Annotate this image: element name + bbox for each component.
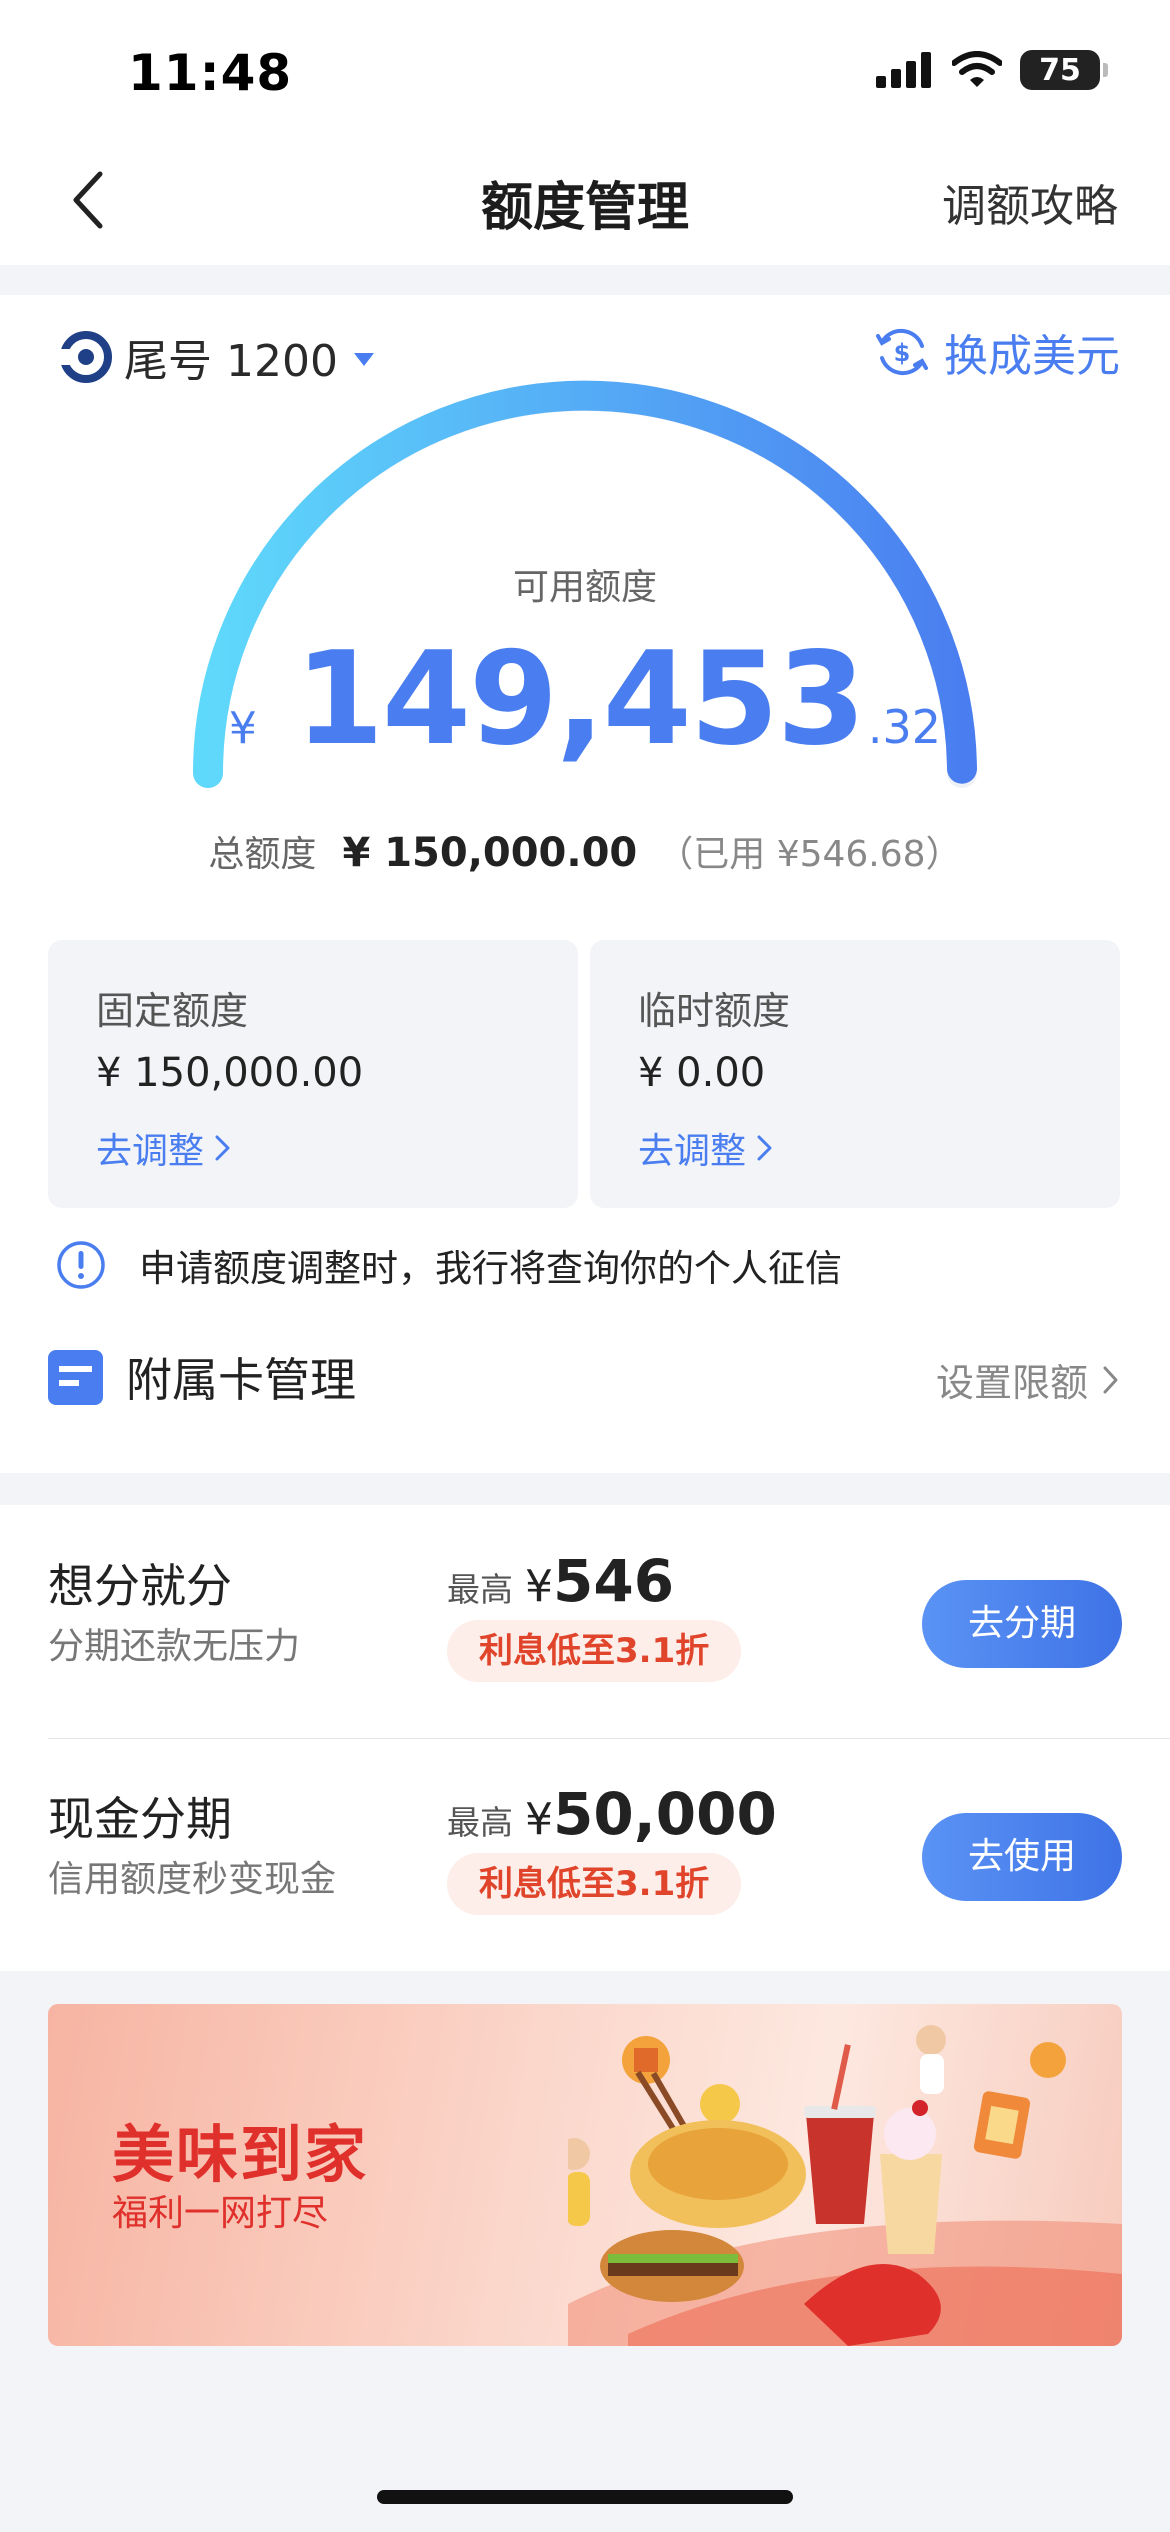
- credit-check-notice: 申请额度调整时，我行将查询你的个人征信: [55, 1238, 842, 1292]
- set-limit-label: 设置限额: [935, 1361, 1088, 1405]
- max-value: 546: [553, 1547, 675, 1615]
- status-icons: 75: [876, 50, 1108, 90]
- max-value: 50,000: [553, 1780, 777, 1848]
- adjust-temporary-limit-label: 去调整: [638, 1131, 747, 1172]
- svg-text:$: $: [894, 339, 911, 367]
- total-limit-value: ¥ 150,000.00: [342, 830, 638, 876]
- available-limit-amount: ¥ 149,453 .32: [0, 625, 1170, 774]
- available-integer: 149,453: [294, 625, 866, 774]
- interest-tag: 利息低至3.1折: [447, 1853, 742, 1915]
- fixed-limit-title: 固定额度: [96, 989, 249, 1033]
- used-amount: （已用 ¥546.68）: [657, 834, 962, 875]
- adjust-guide-link[interactable]: 调额攻略: [942, 170, 1118, 234]
- cash-installment-subtitle: 信用额度秒变现金: [48, 1859, 337, 1900]
- bank-logo-icon: [60, 331, 112, 383]
- chevron-right-icon: [1103, 1366, 1118, 1393]
- max-currency-symbol: ¥: [525, 1561, 553, 1612]
- temporary-limit-title: 临时额度: [638, 989, 791, 1033]
- adjust-fixed-limit-link[interactable]: 去调整: [96, 1122, 232, 1174]
- max-label: 最高: [447, 1570, 513, 1609]
- temporary-limit-value: ¥ 0.00: [638, 1050, 766, 1096]
- installment-row: 想分就分 分期还款无压力 最高 ¥ 546 利息低至3.1折 去分期: [0, 1505, 1170, 1739]
- currency-exchange-icon: $: [876, 328, 928, 376]
- interest-tag: 利息低至3.1折: [447, 1620, 742, 1682]
- wifi-icon: [952, 51, 1002, 87]
- go-installment-button[interactable]: 去分期: [922, 1580, 1122, 1668]
- available-limit-label: 可用额度: [512, 567, 657, 608]
- food-delivery-banner[interactable]: 美味到家 福利一网打尽: [48, 2004, 1122, 2346]
- fixed-limit-value: ¥ 150,000.00: [96, 1050, 364, 1096]
- battery-indicator: 75: [1020, 50, 1108, 90]
- notice-text: 申请额度调整时，我行将查询你的个人征信: [139, 1247, 842, 1290]
- home-indicator: [377, 2490, 793, 2504]
- set-limit-link[interactable]: 设置限额: [936, 1352, 1120, 1407]
- banner-title: 美味到家: [112, 2118, 369, 2191]
- banner-subtitle: 福利一网打尽: [112, 2193, 329, 2234]
- status-time: 11:48: [128, 44, 293, 102]
- available-decimal: .32: [867, 700, 942, 754]
- cash-installment-title: 现金分期: [48, 1792, 232, 1846]
- info-icon: [57, 1241, 105, 1289]
- installment-max: 最高 ¥ 546: [447, 1547, 674, 1615]
- caret-down-icon: [353, 352, 374, 366]
- max-currency-symbol: ¥: [525, 1794, 553, 1845]
- food-illustration: [568, 2025, 1122, 2346]
- max-label: 最高: [447, 1803, 513, 1842]
- total-limit-label: 总额度: [208, 834, 317, 875]
- temporary-limit-box: 临时额度 ¥ 0.00 去调整: [590, 940, 1120, 1208]
- total-limit-line: 总额度 ¥ 150,000.00 （已用 ¥546.68）: [0, 825, 1170, 877]
- cash-installment-max: 最高 ¥ 50,000: [447, 1780, 777, 1848]
- adjust-fixed-limit-label: 去调整: [96, 1131, 205, 1172]
- supplementary-card-title: 附属卡管理: [126, 1353, 356, 1407]
- installment-title: 想分就分: [48, 1559, 232, 1613]
- chevron-right-icon: [215, 1135, 230, 1161]
- installment-card: 想分就分 分期还款无压力 最高 ¥ 546 利息低至3.1折 去分期 现金分期 …: [0, 1505, 1170, 1971]
- chevron-right-icon: [757, 1135, 772, 1161]
- status-bar: 11:48 75: [0, 0, 1170, 140]
- adjust-temporary-limit-link[interactable]: 去调整: [638, 1122, 774, 1174]
- card-icon: [48, 1350, 103, 1405]
- currency-symbol: ¥: [228, 703, 257, 754]
- back-button[interactable]: [58, 170, 118, 230]
- chevron-left-icon: [73, 171, 103, 229]
- signal-icon: [876, 52, 931, 88]
- cash-installment-row: 现金分期 信用额度秒变现金 最高 ¥ 50,000 利息低至3.1折 去使用: [0, 1738, 1170, 1970]
- installment-subtitle: 分期还款无压力: [48, 1626, 301, 1667]
- nav-bar: 额度管理 调额攻略: [0, 140, 1170, 265]
- fixed-limit-box: 固定额度 ¥ 150,000.00 去调整: [48, 940, 578, 1208]
- supplementary-card-row[interactable]: 附属卡管理 设置限额: [48, 1342, 1120, 1422]
- go-use-button[interactable]: 去使用: [922, 1813, 1122, 1901]
- credit-limit-card: 尾号 1200 $ 换成美元 可用额度 ¥ 149,453 .32 总额度 ¥ …: [0, 295, 1170, 1473]
